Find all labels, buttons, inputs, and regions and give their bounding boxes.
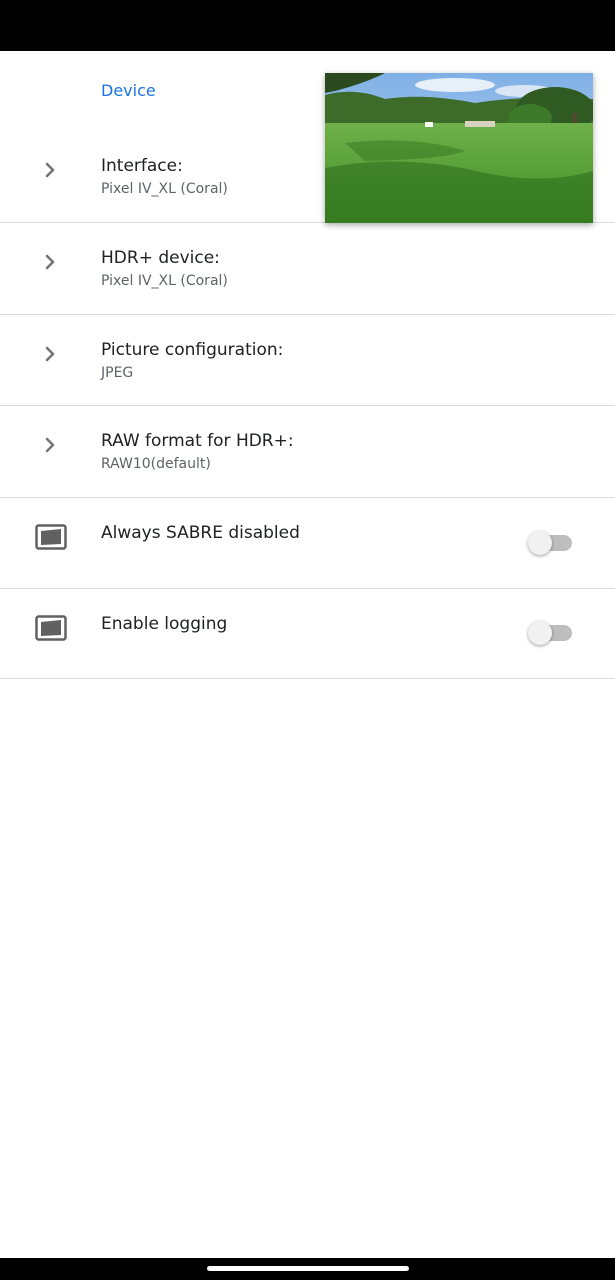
- setting-title: Picture configuration:: [101, 340, 284, 360]
- preview-image: [325, 73, 593, 223]
- chevron-right-icon: [45, 346, 55, 362]
- setting-title: RAW format for HDR+:: [101, 431, 294, 451]
- image-icon: [35, 524, 67, 550]
- chevron-right-icon: [45, 254, 55, 270]
- status-bar: [0, 0, 615, 51]
- setting-enable-logging[interactable]: Enable logging: [0, 589, 615, 678]
- toggle-thumb: [528, 621, 552, 645]
- setting-summary: JPEG: [101, 365, 134, 381]
- section-header-device: Device: [101, 81, 156, 100]
- chevron-right-icon: [45, 162, 55, 178]
- setting-title: Interface:: [101, 156, 183, 176]
- camera-preview-thumbnail[interactable]: [325, 73, 593, 223]
- setting-summary: Pixel IV_XL (Coral): [101, 273, 228, 289]
- setting-picture-configuration[interactable]: Picture configuration: JPEG: [0, 334, 615, 406]
- setting-raw-format[interactable]: RAW format for HDR+: RAW10(default): [0, 425, 615, 497]
- sabre-disabled-toggle[interactable]: [528, 528, 574, 558]
- enable-logging-toggle[interactable]: [528, 618, 574, 648]
- divider: [0, 678, 615, 679]
- divider: [0, 405, 615, 406]
- home-handle[interactable]: [207, 1266, 409, 1271]
- navigation-bar: [0, 1258, 615, 1280]
- image-icon: [35, 615, 67, 641]
- setting-always-sabre-disabled[interactable]: Always SABRE disabled: [0, 498, 615, 588]
- setting-title: Enable logging: [101, 614, 228, 634]
- setting-summary: Pixel IV_XL (Coral): [101, 181, 228, 197]
- setting-title: HDR+ device:: [101, 248, 220, 268]
- setting-hdr-device[interactable]: HDR+ device: Pixel IV_XL (Coral): [0, 242, 615, 314]
- setting-summary: RAW10(default): [101, 456, 211, 472]
- toggle-thumb: [528, 531, 552, 555]
- setting-title: Always SABRE disabled: [101, 523, 300, 543]
- chevron-right-icon: [45, 437, 55, 453]
- divider: [0, 314, 615, 315]
